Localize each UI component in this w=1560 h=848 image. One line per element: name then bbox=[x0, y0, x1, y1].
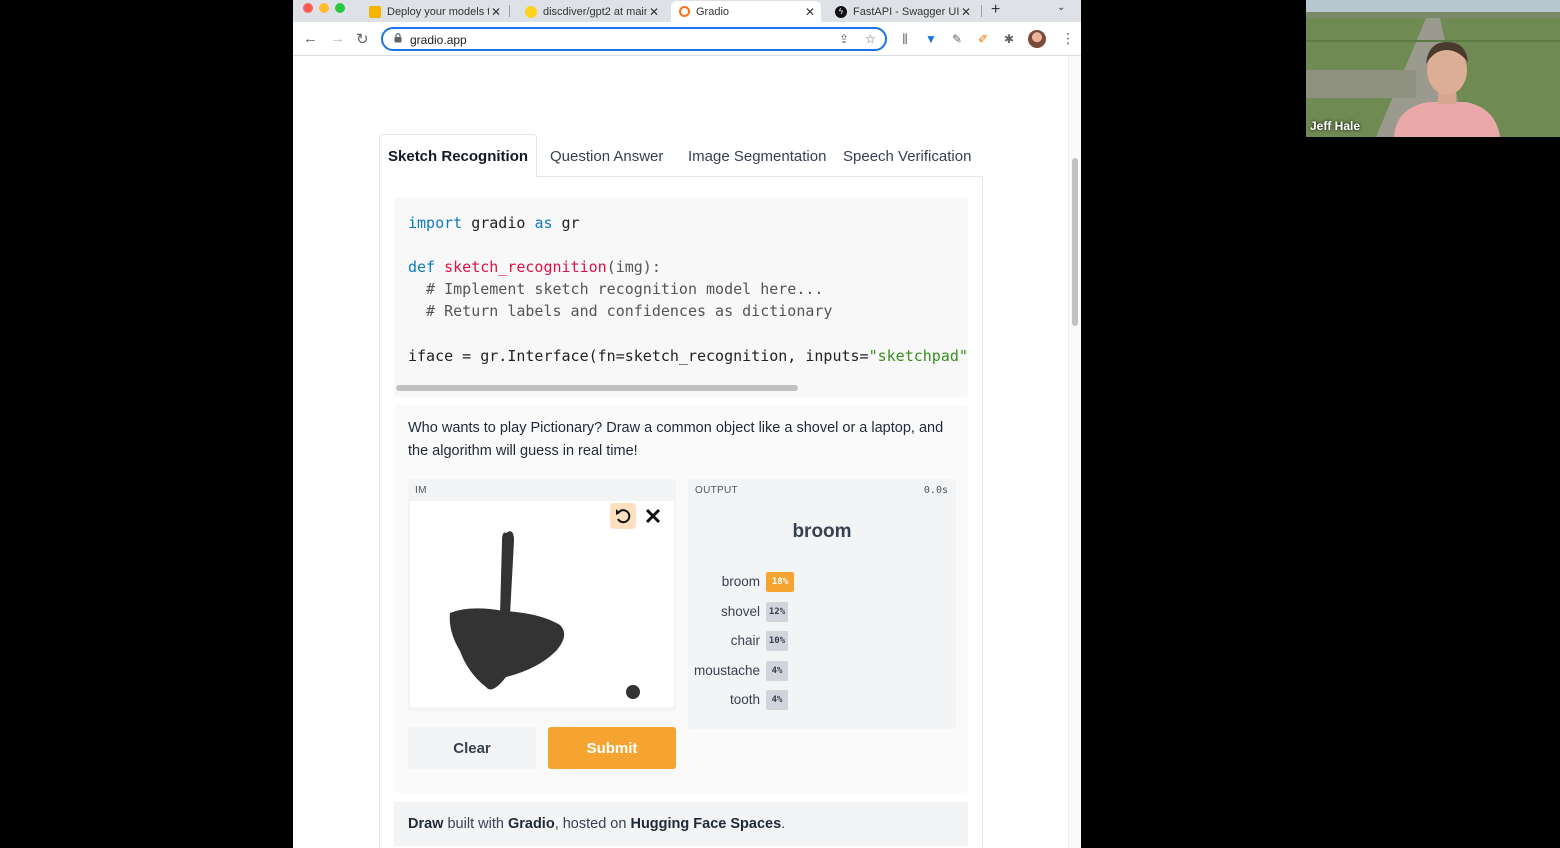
minimize-window-button[interactable] bbox=[319, 3, 329, 13]
gradio-page: Sketch Recognition Question Answer Image… bbox=[293, 56, 1081, 848]
tab-speech-verification[interactable]: Speech Verification bbox=[835, 134, 979, 178]
gradio-interface: Who wants to play Pictionary? Draw a com… bbox=[394, 405, 968, 793]
close-tab-icon[interactable]: ✕ bbox=[959, 5, 973, 19]
tab-bar: Deploy your models t ✕ discdiver/gpt2 at… bbox=[293, 0, 1081, 22]
code-line-3: # Implement sketch recognition model her… bbox=[408, 280, 824, 298]
confidence-label: shovel bbox=[720, 603, 760, 619]
confidence-row: moustache 4% bbox=[688, 660, 956, 682]
maximize-window-button[interactable] bbox=[335, 3, 345, 13]
demo-tabs: Sketch Recognition Question Answer Image… bbox=[379, 134, 983, 178]
tab-title: Deploy your models t bbox=[387, 5, 489, 18]
bookmark-star-icon[interactable]: ☆ bbox=[865, 32, 876, 46]
tab-title: discdiver/gpt2 at main bbox=[543, 5, 647, 18]
sketchpad-input: IM bbox=[408, 479, 676, 711]
url-text: gradio.app bbox=[410, 33, 467, 47]
close-icon bbox=[645, 508, 661, 524]
profile-avatar[interactable] bbox=[1028, 30, 1046, 48]
code-line-1: import gradio as gr bbox=[408, 214, 580, 232]
lock-icon bbox=[394, 33, 402, 43]
confidence-label: tooth bbox=[729, 692, 760, 707]
close-tab-icon[interactable]: ✕ bbox=[489, 5, 503, 19]
output-time: 0.0s bbox=[923, 485, 948, 496]
confidence-row: shovel 12% bbox=[688, 601, 956, 623]
screen: Deploy your models t ✕ discdiver/gpt2 at… bbox=[0, 0, 1560, 848]
confidence-bar: 4% bbox=[766, 690, 788, 710]
footer-app-name: Draw bbox=[408, 816, 444, 832]
webcam-video: Jeff Hale bbox=[1306, 0, 1560, 137]
confidence-bar: 4% bbox=[766, 660, 788, 681]
undo-button[interactable] bbox=[610, 503, 636, 529]
code-line-4: # Return labels and confidences as dicti… bbox=[408, 302, 833, 320]
huggingface-icon bbox=[525, 5, 537, 18]
sketch-canvas[interactable] bbox=[410, 501, 674, 707]
predicted-label: broom bbox=[792, 521, 852, 542]
label-output: OUTPUT 0.0s broom broom 18% shovel 12% chair… bbox=[688, 479, 956, 729]
confidence-bar: 10% bbox=[766, 631, 788, 651]
tab-title: Gradio bbox=[696, 5, 730, 18]
confidence-bar: 12% bbox=[766, 601, 788, 622]
gradio-icon bbox=[679, 6, 690, 17]
tab-sketch-recognition[interactable]: Sketch Recognition bbox=[379, 134, 538, 178]
code-line-2: def sketch_recognition(img): bbox=[408, 258, 661, 276]
reload-icon[interactable]: ↻ bbox=[356, 30, 369, 48]
browser-tab-gpt2[interactable]: discdiver/gpt2 at main ✕ bbox=[517, 1, 665, 22]
close-window-button[interactable] bbox=[303, 3, 313, 13]
confidence-label: chair bbox=[730, 633, 760, 648]
output-label: OUTPUT bbox=[695, 485, 738, 496]
fastapi-icon: ϟ bbox=[835, 5, 847, 18]
back-arrow-icon[interactable]: ← bbox=[303, 30, 318, 47]
confidence-label: broom bbox=[721, 574, 760, 589]
browser-tab-fastapi[interactable]: ϟ FastAPI - Swagger UI ✕ bbox=[827, 1, 977, 22]
pen-tool-icon[interactable]: ✐ bbox=[975, 31, 991, 47]
slides-icon bbox=[369, 5, 381, 18]
confidence-row: tooth 4% bbox=[688, 689, 956, 711]
confidence-row: chair 10% bbox=[688, 630, 956, 652]
clear-button[interactable]: Clear bbox=[408, 727, 536, 769]
code-horizontal-scrollbar[interactable] bbox=[396, 385, 798, 391]
puzzle-piece-icon[interactable]: ✱ bbox=[1001, 31, 1017, 47]
share-icon[interactable]: ⇪ bbox=[839, 32, 849, 46]
footer-text-1: built with bbox=[443, 816, 508, 832]
webcam-frame bbox=[1306, 0, 1560, 137]
browser-window: Deploy your models t ✕ discdiver/gpt2 at… bbox=[293, 0, 1081, 848]
footer-text-3: . bbox=[781, 816, 786, 832]
more-menu-icon[interactable]: ⋮ bbox=[1061, 30, 1075, 47]
chevron-down-icon[interactable]: ⌄ bbox=[1057, 2, 1065, 13]
new-tab-icon[interactable]: + bbox=[991, 1, 1000, 19]
demo-panel: import gradio as gr def sketch_recogniti… bbox=[379, 176, 983, 848]
submit-button[interactable]: Submit bbox=[548, 727, 676, 769]
browser-tab-deploy[interactable]: Deploy your models t ✕ bbox=[361, 1, 507, 22]
code-block: import gradio as gr def sketch_recogniti… bbox=[394, 197, 968, 397]
tab-image-segmentation[interactable]: Image Segmentation bbox=[680, 134, 834, 178]
forward-arrow-icon[interactable]: → bbox=[330, 30, 345, 47]
address-bar[interactable]: gradio.app ⇪ ☆ bbox=[381, 27, 887, 51]
vuejs-devtools-icon[interactable]: ▼ bbox=[923, 31, 939, 47]
demo-description: Who wants to play Pictionary? Draw a com… bbox=[408, 420, 944, 459]
clear-sketch-button[interactable] bbox=[640, 503, 666, 529]
browser-tab-gradio[interactable]: Gradio ✕ bbox=[671, 1, 821, 22]
confidence-bar: 18% bbox=[766, 572, 794, 592]
footer-text-2: , hosted on bbox=[554, 816, 631, 832]
tab-title: FastAPI - Swagger UI bbox=[853, 5, 959, 18]
tab-question-answer[interactable]: Question Answer bbox=[542, 134, 671, 178]
footer-spaces-link[interactable]: Hugging Face Spaces bbox=[630, 816, 781, 832]
sketch-drawing bbox=[449, 531, 640, 699]
undo-icon bbox=[616, 509, 631, 524]
close-tab-icon[interactable]: ✕ bbox=[647, 5, 661, 19]
close-tab-icon[interactable]: ✕ bbox=[803, 5, 817, 19]
confidence-label: moustache bbox=[693, 662, 760, 678]
page-scrollbar-thumb[interactable] bbox=[1072, 158, 1078, 326]
participant-name: Jeff Hale bbox=[1310, 119, 1361, 133]
input-label: IM bbox=[415, 485, 427, 496]
demo-footer: Draw built with Gradio, hosted on Huggin… bbox=[394, 802, 968, 846]
confidence-row: broom 18% bbox=[688, 571, 956, 593]
extension-icon[interactable]: ⫼ bbox=[897, 31, 913, 47]
eyedropper-icon[interactable]: ✎ bbox=[949, 31, 965, 47]
footer-gradio-link[interactable]: Gradio bbox=[508, 816, 555, 832]
code-line-5: iface = gr.Interface(fn=sketch_recogniti… bbox=[408, 347, 968, 365]
browser-toolbar: ← → ↻ gradio.app ⇪ ☆ ⫼ ▼ ✎ ✐ ✱ ⋮ bbox=[293, 22, 1081, 56]
